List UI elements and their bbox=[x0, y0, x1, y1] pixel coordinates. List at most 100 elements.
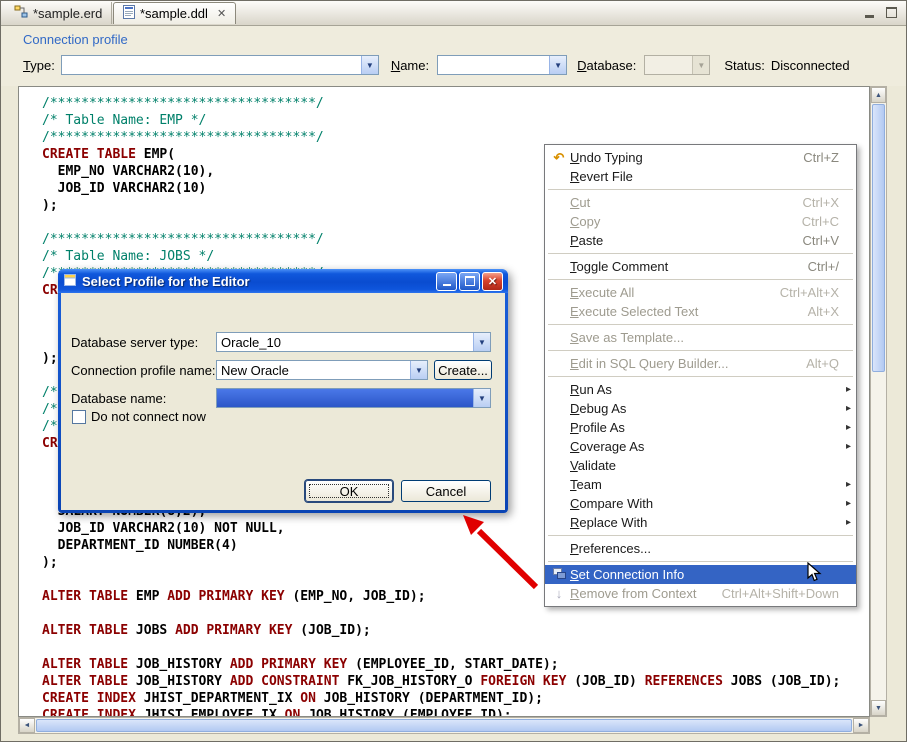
menu-item-label: Remove from Context bbox=[570, 586, 722, 601]
scroll-left-icon[interactable]: ◄ bbox=[19, 718, 35, 733]
menu-item-edit-in-sql-query-builder: Edit in SQL Query Builder...Alt+Q bbox=[545, 354, 856, 373]
menu-item-label: Revert File bbox=[570, 169, 853, 184]
server-type-combo[interactable]: Oracle_10 ▼ bbox=[216, 332, 491, 352]
dialog-title-bar[interactable]: Select Profile for the Editor ✕ bbox=[58, 269, 508, 293]
menu-item-label: Team bbox=[570, 477, 853, 492]
tab-sample-erd[interactable]: *sample.erd bbox=[5, 2, 112, 24]
minimize-view-icon[interactable] bbox=[863, 7, 876, 18]
do-not-connect-checkbox[interactable] bbox=[72, 410, 86, 424]
database-combo-value bbox=[645, 56, 692, 74]
menu-item-compare-with[interactable]: Compare With▸ bbox=[545, 494, 856, 513]
submenu-arrow-icon: ▸ bbox=[846, 422, 851, 433]
profile-name-value: New Oracle bbox=[217, 361, 410, 379]
code-line: ALTER TABLE JOB_HISTORY ADD PRIMARY KEY … bbox=[42, 656, 869, 673]
scroll-right-icon[interactable]: ► bbox=[853, 718, 869, 733]
vertical-scroll-thumb[interactable] bbox=[872, 104, 885, 372]
menu-item-execute-selected-text: Execute Selected TextAlt+X bbox=[545, 302, 856, 321]
editor-tab-bar: *sample.erd *sample.ddl ✕ bbox=[1, 1, 906, 26]
menu-item-shortcut: Ctrl+Alt+Shift+Down bbox=[722, 586, 853, 601]
menu-separator bbox=[548, 376, 853, 377]
menu-item-cut: CutCtrl+X bbox=[545, 193, 856, 212]
erd-file-icon bbox=[14, 5, 28, 22]
menu-item-copy: CopyCtrl+C bbox=[545, 212, 856, 231]
menu-item-undo-typing[interactable]: ↶Undo TypingCtrl+Z bbox=[545, 148, 856, 167]
database-label: Database: bbox=[577, 58, 636, 73]
menu-item-shortcut: Ctrl+/ bbox=[808, 259, 853, 274]
chevron-down-icon[interactable]: ▼ bbox=[473, 389, 490, 407]
undo-icon: ↶ bbox=[548, 151, 570, 164]
scrollbar-corner bbox=[870, 717, 887, 734]
menu-item-label: Cut bbox=[570, 195, 803, 210]
tab-label: *sample.erd bbox=[33, 6, 102, 21]
code-line: ALTER TABLE JOB_HISTORY ADD CONSTRAINT F… bbox=[42, 673, 869, 690]
menu-item-shortcut: Ctrl+Alt+X bbox=[780, 285, 853, 300]
chevron-down-icon[interactable]: ▼ bbox=[410, 361, 427, 379]
connection-profile-title: Connection profile bbox=[23, 32, 128, 47]
dialog-window-buttons: ✕ bbox=[434, 272, 503, 291]
menu-item-team[interactable]: Team▸ bbox=[545, 475, 856, 494]
select-profile-dialog: Select Profile for the Editor ✕ Database… bbox=[58, 269, 508, 513]
submenu-arrow-icon: ▸ bbox=[846, 384, 851, 395]
connection-profile-controls: Type: ▼ Name: ▼ Database: ▼ Status: Disc… bbox=[23, 55, 850, 75]
create-button[interactable]: Create... bbox=[434, 360, 492, 380]
dialog-minimize-button[interactable] bbox=[436, 272, 457, 291]
submenu-arrow-icon: ▸ bbox=[846, 479, 851, 490]
menu-item-toggle-comment[interactable]: Toggle CommentCtrl+/ bbox=[545, 257, 856, 276]
type-combo-value bbox=[62, 56, 361, 74]
menu-item-paste[interactable]: PasteCtrl+V bbox=[545, 231, 856, 250]
menu-item-label: Profile As bbox=[570, 420, 853, 435]
database-name-value bbox=[217, 389, 473, 407]
menu-item-save-as-template: Save as Template... bbox=[545, 328, 856, 347]
profile-name-combo[interactable]: New Oracle ▼ bbox=[216, 360, 428, 380]
menu-item-label: Execute Selected Text bbox=[570, 304, 808, 319]
menu-item-shortcut: Ctrl+V bbox=[803, 233, 853, 248]
database-name-label: Database name: bbox=[71, 391, 166, 406]
maximize-view-icon[interactable] bbox=[885, 7, 898, 18]
chevron-down-icon[interactable]: ▼ bbox=[473, 333, 490, 351]
name-combo[interactable]: ▼ bbox=[437, 55, 567, 75]
ok-button[interactable]: OK bbox=[305, 480, 393, 502]
profile-name-label: Connection profile name: bbox=[71, 363, 216, 378]
tab-sample-ddl[interactable]: *sample.ddl ✕ bbox=[113, 2, 236, 24]
menu-item-label: Save as Template... bbox=[570, 330, 853, 345]
menu-item-coverage-as[interactable]: Coverage As▸ bbox=[545, 437, 856, 456]
database-name-combo[interactable]: ▼ bbox=[216, 388, 491, 408]
menu-item-debug-as[interactable]: Debug As▸ bbox=[545, 399, 856, 418]
scroll-up-icon[interactable]: ▲ bbox=[871, 87, 886, 103]
close-tab-icon[interactable]: ✕ bbox=[217, 7, 226, 20]
menu-item-preferences[interactable]: Preferences... bbox=[545, 539, 856, 558]
chevron-down-icon[interactable]: ▼ bbox=[549, 56, 566, 74]
menu-item-run-as[interactable]: Run As▸ bbox=[545, 380, 856, 399]
name-combo-value bbox=[438, 56, 549, 74]
submenu-arrow-icon: ▸ bbox=[846, 403, 851, 414]
scroll-down-icon[interactable]: ▼ bbox=[871, 700, 886, 716]
tab-label: *sample.ddl bbox=[140, 6, 208, 21]
do-not-connect-row: Do not connect now bbox=[72, 409, 206, 424]
menu-item-shortcut: Ctrl+C bbox=[802, 214, 853, 229]
menu-item-shortcut: Alt+X bbox=[808, 304, 853, 319]
menu-item-shortcut: Alt+Q bbox=[806, 356, 853, 371]
status-value: Disconnected bbox=[771, 58, 850, 73]
connection-profile-panel: Connection profile Type: ▼ Name: ▼ Datab… bbox=[1, 26, 906, 86]
menu-item-revert-file[interactable]: Revert File bbox=[545, 167, 856, 186]
menu-separator bbox=[548, 535, 853, 536]
dialog-close-button[interactable]: ✕ bbox=[482, 272, 503, 291]
menu-item-label: Compare With bbox=[570, 496, 853, 511]
code-line: CREATE INDEX JHIST_EMPLOYEE_IX ON JOB_HI… bbox=[42, 707, 869, 717]
menu-item-label: Preferences... bbox=[570, 541, 853, 556]
horizontal-scroll-thumb[interactable] bbox=[36, 719, 852, 732]
code-line bbox=[42, 605, 869, 622]
horizontal-scrollbar[interactable]: ◄ ► bbox=[18, 717, 870, 734]
submenu-arrow-icon: ▸ bbox=[846, 441, 851, 452]
vertical-scrollbar[interactable]: ▲ ▼ bbox=[870, 86, 887, 717]
menu-item-replace-with[interactable]: Replace With▸ bbox=[545, 513, 856, 532]
status-label: Status: bbox=[724, 58, 764, 73]
code-line bbox=[42, 639, 869, 656]
cancel-button[interactable]: Cancel bbox=[401, 480, 491, 502]
type-combo[interactable]: ▼ bbox=[61, 55, 379, 75]
dialog-maximize-button[interactable] bbox=[459, 272, 480, 291]
menu-item-profile-as[interactable]: Profile As▸ bbox=[545, 418, 856, 437]
chevron-down-icon[interactable]: ▼ bbox=[361, 56, 378, 74]
menu-item-label: Coverage As bbox=[570, 439, 853, 454]
menu-item-validate[interactable]: Validate bbox=[545, 456, 856, 475]
